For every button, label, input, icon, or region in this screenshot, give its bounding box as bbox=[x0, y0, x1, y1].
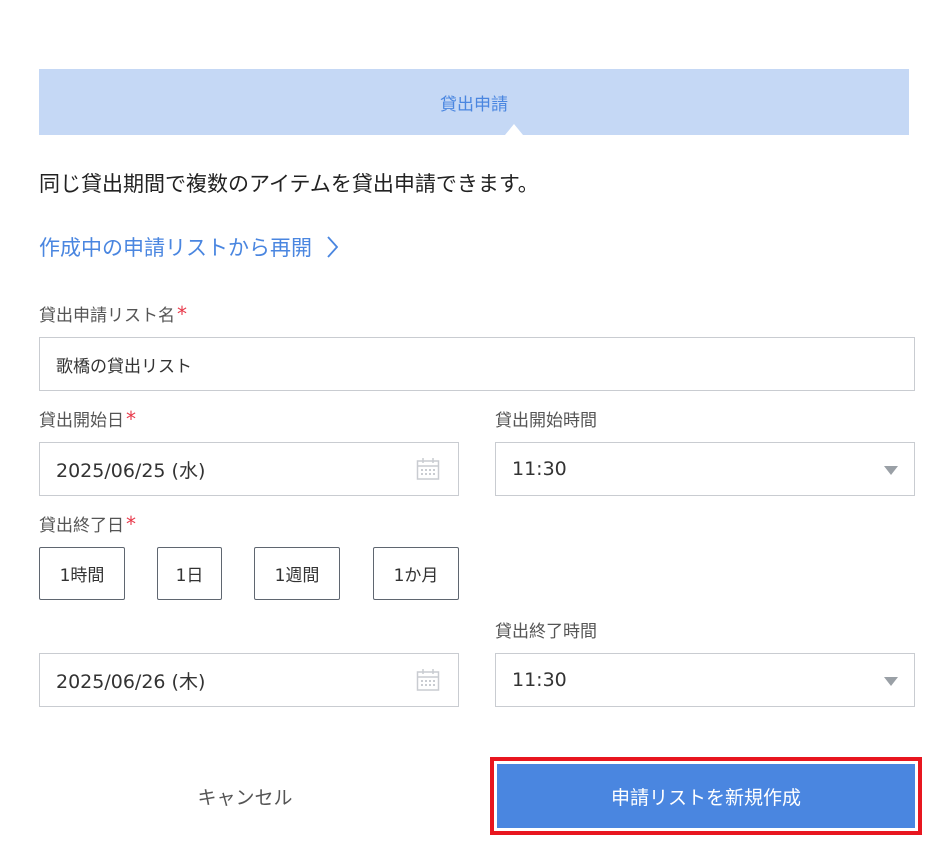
resume-list-link[interactable]: 作成中の申請リストから再開 bbox=[39, 232, 338, 262]
end-date-label-text: 貸出終了日 bbox=[39, 516, 124, 536]
required-mark: * bbox=[126, 512, 136, 536]
end-time-select[interactable]: 11:30 bbox=[495, 653, 915, 707]
start-date-label-text: 貸出開始日 bbox=[39, 411, 124, 431]
tab-header: 貸出申請 bbox=[39, 69, 909, 135]
calendar-icon bbox=[416, 458, 440, 480]
start-date-picker[interactable]: 2025/06/25 (水) bbox=[39, 442, 459, 496]
caret-down-icon bbox=[884, 466, 898, 475]
quick-1-day-button[interactable]: 1日 bbox=[157, 547, 222, 600]
list-name-input[interactable]: 歌橋の貸出リスト bbox=[39, 337, 915, 391]
end-time-value: 11:30 bbox=[512, 669, 567, 691]
start-date-value: 2025/06/25 (水) bbox=[56, 459, 206, 482]
chevron-right-icon bbox=[327, 236, 338, 258]
required-mark: * bbox=[126, 407, 136, 431]
end-date-picker[interactable]: 2025/06/26 (木) bbox=[39, 653, 459, 707]
end-time-label: 貸出終了時間 bbox=[495, 622, 597, 642]
tab-pointer-notch bbox=[505, 124, 523, 135]
end-date-value: 2025/06/26 (木) bbox=[56, 670, 206, 693]
cancel-button[interactable]: キャンセル bbox=[170, 770, 320, 822]
start-date-label: 貸出開始日 * bbox=[39, 406, 136, 431]
list-name-label-text: 貸出申請リスト名 bbox=[39, 306, 175, 326]
highlight-frame: 申請リストを新規作成 bbox=[490, 757, 922, 835]
tab-label: 貸出申請 bbox=[440, 94, 508, 115]
quick-1-week-button[interactable]: 1週間 bbox=[254, 547, 340, 600]
create-list-button[interactable]: 申請リストを新規作成 bbox=[497, 764, 915, 828]
resume-link-label: 作成中の申請リストから再開 bbox=[39, 236, 312, 260]
list-name-value: 歌橋の貸出リスト bbox=[56, 356, 192, 377]
description-text: 同じ貸出期間で複数のアイテムを貸出申請できます。 bbox=[39, 172, 539, 196]
start-time-value: 11:30 bbox=[512, 458, 567, 480]
start-time-label: 貸出開始時間 bbox=[495, 411, 597, 431]
quick-1-month-button[interactable]: 1か月 bbox=[373, 547, 459, 600]
calendar-icon bbox=[416, 669, 440, 691]
quick-1-hour-button[interactable]: 1時間 bbox=[39, 547, 125, 600]
start-time-select[interactable]: 11:30 bbox=[495, 442, 915, 496]
caret-down-icon bbox=[884, 677, 898, 686]
list-name-label: 貸出申請リスト名 * bbox=[39, 301, 187, 326]
required-mark: * bbox=[177, 302, 187, 326]
end-date-label: 貸出終了日 * bbox=[39, 511, 136, 536]
